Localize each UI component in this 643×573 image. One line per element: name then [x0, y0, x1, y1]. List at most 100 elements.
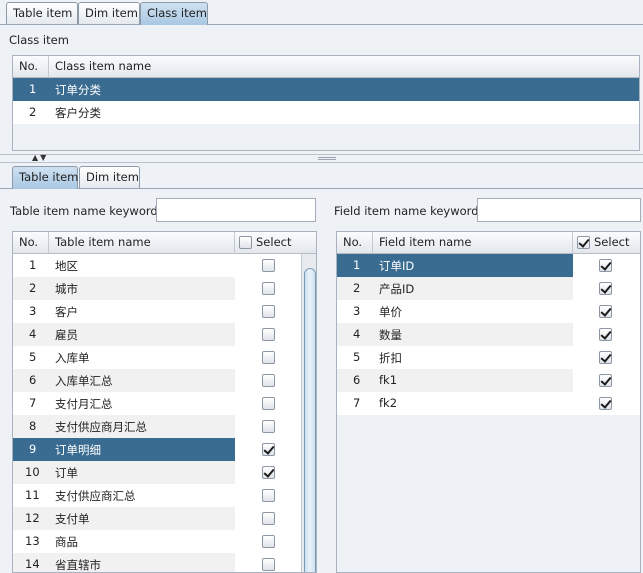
- select-all-checkbox[interactable]: [239, 236, 252, 249]
- column-header-no[interactable]: No.: [13, 56, 49, 78]
- row-highlight: [337, 254, 573, 277]
- tab-label: Table item: [13, 6, 73, 20]
- list-item[interactable]: 3 单价: [337, 300, 640, 323]
- row-highlight: [13, 530, 235, 553]
- list-item[interactable]: 4 数量: [337, 323, 640, 346]
- table-list-scrollbar[interactable]: [301, 254, 316, 572]
- list-item[interactable]: 5 折扣: [337, 346, 640, 369]
- tab-table-item[interactable]: Table item: [6, 2, 78, 24]
- select-checkbox[interactable]: [262, 328, 275, 341]
- column-header-no[interactable]: No.: [13, 232, 49, 254]
- class-row[interactable]: 1 订单分类: [13, 78, 639, 101]
- item-name: 入库单汇总: [55, 374, 113, 388]
- item-name: 折扣: [379, 351, 402, 365]
- select-checkbox[interactable]: [599, 374, 612, 387]
- list-item[interactable]: 3 客户: [13, 300, 301, 323]
- select-checkbox[interactable]: [262, 466, 275, 479]
- item-name: 雇员: [55, 328, 78, 342]
- list-item[interactable]: 12 支付单: [13, 507, 301, 530]
- list-item[interactable]: 10 订单: [13, 461, 301, 484]
- select-checkbox[interactable]: [262, 443, 275, 456]
- list-item[interactable]: 11 支付供应商汇总: [13, 484, 301, 507]
- class-item-table: No. Class item name 1 订单分类 2 客户分类: [12, 55, 640, 151]
- row-highlight: [337, 346, 573, 369]
- select-checkbox[interactable]: [599, 351, 612, 364]
- tab-label: Table item: [19, 170, 79, 184]
- list-item[interactable]: 1 地区: [13, 254, 301, 277]
- list-item[interactable]: 1 订单ID: [337, 254, 640, 277]
- list-item[interactable]: 14 省直辖市: [13, 553, 301, 572]
- row-highlight: [13, 254, 235, 277]
- item-name: fk1: [379, 373, 398, 387]
- splitter-grip-icon[interactable]: [318, 157, 336, 160]
- list-item[interactable]: 8 支付供应商月汇总: [13, 415, 301, 438]
- select-checkbox[interactable]: [599, 305, 612, 318]
- table-keyword-input[interactable]: [156, 198, 316, 222]
- row-highlight: [13, 438, 235, 461]
- select-checkbox[interactable]: [262, 512, 275, 525]
- scrollbar-thumb[interactable]: [304, 268, 316, 572]
- column-header-table-name[interactable]: Table item name: [49, 232, 235, 254]
- list-item[interactable]: 6 入库单汇总: [13, 369, 301, 392]
- field-list-empty-area: [337, 415, 640, 572]
- select-checkbox[interactable]: [262, 397, 275, 410]
- tab-table-item[interactable]: Table item: [12, 166, 78, 189]
- class-section-title: Class item: [9, 33, 69, 47]
- select-checkbox[interactable]: [262, 259, 275, 272]
- list-item[interactable]: 7 支付月汇总: [13, 392, 301, 415]
- select-checkbox[interactable]: [262, 305, 275, 318]
- row-number: 1: [29, 258, 37, 272]
- list-item[interactable]: 5 入库单: [13, 346, 301, 369]
- item-name: 城市: [55, 282, 78, 296]
- select-checkbox[interactable]: [262, 374, 275, 387]
- column-header-no[interactable]: No.: [337, 232, 373, 254]
- list-item[interactable]: 7 fk2: [337, 392, 640, 415]
- select-checkbox[interactable]: [262, 420, 275, 433]
- tab-dim-item[interactable]: Dim item: [79, 166, 140, 188]
- column-header-class-name[interactable]: Class item name: [49, 56, 639, 78]
- list-item[interactable]: 4 雇员: [13, 323, 301, 346]
- select-checkbox[interactable]: [262, 558, 275, 571]
- tab-dim-item[interactable]: Dim item: [78, 2, 140, 24]
- select-checkbox[interactable]: [262, 351, 275, 364]
- tab-class-item[interactable]: Class item: [140, 2, 208, 25]
- tab-bar-line: [0, 24, 643, 25]
- select-checkbox[interactable]: [262, 282, 275, 295]
- select-checkbox[interactable]: [599, 397, 612, 410]
- select-checkbox[interactable]: [262, 489, 275, 502]
- select-all-checkbox[interactable]: [577, 236, 590, 249]
- select-checkbox[interactable]: [599, 328, 612, 341]
- row-number: 4: [353, 327, 361, 341]
- row-number: 8: [29, 419, 37, 433]
- list-item[interactable]: 2 产品ID: [337, 277, 640, 300]
- class-row[interactable]: 2 客户分类: [13, 101, 639, 124]
- row-highlight: [13, 553, 235, 572]
- split-divider[interactable]: [0, 154, 643, 155]
- select-header-label: Select: [256, 235, 292, 249]
- select-checkbox[interactable]: [599, 282, 612, 295]
- select-checkbox[interactable]: [599, 259, 612, 272]
- collapse-arrows-icon[interactable]: ▲▼: [32, 153, 48, 162]
- column-header-select[interactable]: Select: [573, 232, 640, 254]
- list-item[interactable]: 9 订单明细: [13, 438, 301, 461]
- row-highlight: [337, 392, 573, 415]
- class-table-header: No. Class item name: [13, 56, 639, 78]
- column-header-select[interactable]: Select: [235, 232, 316, 254]
- row-number: 2: [353, 281, 361, 295]
- row-number: 6: [29, 373, 37, 387]
- table-item-list: No. Table item name Select 1 地区 2 城市 3 客户 4 雇员 5…: [12, 231, 317, 573]
- row-number: 5: [353, 350, 361, 364]
- row-highlight: [13, 300, 235, 323]
- column-header-field-name[interactable]: Field item name: [373, 232, 573, 254]
- row-number: 9: [29, 442, 37, 456]
- row-number: 12: [25, 511, 40, 525]
- list-item[interactable]: 6 fk1: [337, 369, 640, 392]
- list-item[interactable]: 13 商品: [13, 530, 301, 553]
- row-highlight: [13, 369, 235, 392]
- item-name: 地区: [55, 259, 78, 273]
- field-keyword-input[interactable]: [477, 198, 641, 222]
- list-item[interactable]: 2 城市: [13, 277, 301, 300]
- select-checkbox[interactable]: [262, 535, 275, 548]
- row-highlight: [337, 277, 573, 300]
- item-name: 支付单: [55, 512, 90, 526]
